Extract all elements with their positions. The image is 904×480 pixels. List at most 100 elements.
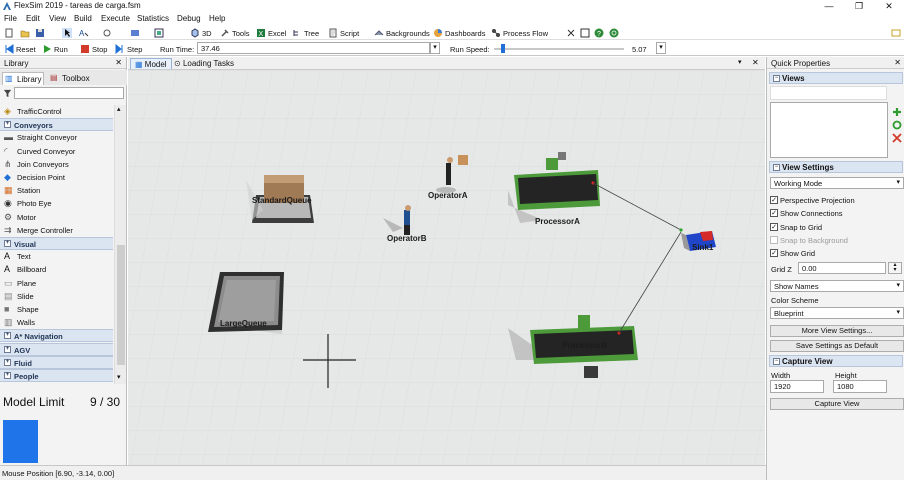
model-tabs-menu-icon[interactable]: ▾ [738,58,742,66]
library-scrollbar[interactable]: ▴ ▾ [114,105,126,384]
new-file-icon[interactable] [4,28,14,38]
scroll-up-icon[interactable]: ▴ [117,105,121,113]
expand-icon[interactable]: + [4,332,11,340]
filter-icon[interactable] [3,89,12,98]
stop-icon[interactable] [80,44,90,54]
tools-button[interactable]: Tools [232,29,250,38]
checkbox-box[interactable]: ✓ [770,222,778,231]
dashboards-icon[interactable] [433,28,443,38]
tab-library[interactable]: ▥ Library [2,72,44,85]
3d-view-button[interactable]: 3D [202,29,212,38]
step-icon[interactable] [115,44,125,54]
library-item-merge-controller[interactable]: ⇉ Merge Controller [0,224,113,237]
tab-loading-tasks[interactable]: ⊙ Loading Tasks [170,58,238,69]
scroll-down-icon[interactable]: ▾ [117,373,121,381]
close-window-button[interactable]: ✕ [874,0,904,12]
disconnect-objects-icon[interactable] [103,28,113,38]
backgrounds-icon[interactable] [374,28,384,38]
menu-statistics[interactable]: Statistics [137,14,169,23]
library-item-curved-conveyor[interactable]: ◜ Curved Conveyor [0,145,113,158]
open-folder-icon[interactable] [20,28,30,38]
menu-build[interactable]: Build [74,14,92,23]
run-button[interactable]: Run [54,45,68,54]
library-item-text[interactable]: A Text [0,250,113,263]
run-speed-track[interactable] [494,48,624,50]
checkbox-box[interactable] [770,235,778,244]
show-names-select[interactable]: Show Names ▾ [770,280,904,292]
view-settings-section-header[interactable]: − View Settings [769,161,903,173]
stop-button[interactable]: Stop [92,45,107,54]
panel-toggle-icon[interactable] [891,28,901,38]
checkbox-box[interactable]: ✓ [770,209,778,218]
library-category-fluid[interactable]: + Fluid [0,355,113,369]
excel-icon[interactable]: X [256,28,266,38]
library-category-visual[interactable]: + Visual [0,237,113,250]
library-search-input[interactable] [14,87,124,99]
excel-button[interactable]: Excel [268,29,286,38]
library-category-a-navigation[interactable]: + A* Navigation [0,329,113,343]
capture-view-section-header[interactable]: − Capture View [769,355,903,367]
maximize-button[interactable]: ❐ [844,0,874,12]
library-item-decision-point[interactable]: ◆ Decision Point [0,171,113,184]
scrollbar-thumb[interactable] [117,245,125,365]
checkbox-box[interactable]: ✓ [770,249,778,258]
expand-icon[interactable]: + [4,372,11,379]
expand-icon[interactable]: + [4,121,11,129]
grid-z-field[interactable]: 0.00 [798,262,886,274]
refresh-view-icon[interactable] [892,120,902,130]
library-item-plane[interactable]: ▭ Plane [0,277,113,290]
library-item-slide[interactable]: ▤ Slide [0,290,113,303]
menu-file[interactable]: File [4,14,17,23]
capture-view-button[interactable]: Capture View [770,398,904,410]
dashboards-button[interactable]: Dashboards [445,29,485,38]
delete-view-icon[interactable] [892,133,902,143]
library-category-conveyors[interactable]: + Conveyors [0,118,113,132]
help-icon[interactable]: ? [594,28,604,38]
backgrounds-button[interactable]: Backgrounds [386,29,430,38]
process-flow-button[interactable]: Process Flow [503,29,548,38]
tree-button[interactable]: Tree [304,29,319,38]
run-speed-dropdown[interactable]: ▾ [656,42,666,54]
checkbox-box[interactable]: ✓ [770,196,778,204]
expand-icon[interactable]: + [4,240,11,247]
web-globe-icon[interactable] [609,28,619,38]
library-item-shape[interactable]: ■ Shape [0,303,113,316]
library-close-icon[interactable]: ✕ [115,58,122,67]
process-flow-icon[interactable] [491,28,501,38]
more-view-settings-button[interactable]: More View Settings... [770,325,904,337]
tools-icon[interactable] [220,28,230,38]
library-item-join-conveyors[interactable]: ⋔ Join Conveyors [0,158,113,171]
capture-height-field[interactable]: 1080 [833,380,887,393]
library-item-straight-conveyor[interactable]: ▬ Straight Conveyor [0,131,113,144]
library-item-photo-eye[interactable]: ◉ Photo Eye [0,197,113,210]
views-section-header[interactable]: − Views [769,72,903,84]
3d-view-icon[interactable] [190,28,200,38]
tree-icon[interactable] [292,28,302,38]
model-view[interactable]: ▦ Model ⊙ Loading Tasks ▾ ✕ StandardQueu… [128,57,765,465]
library-item-billboard[interactable]: A Billboard [0,263,113,276]
run-speed-slider-thumb[interactable] [500,44,505,53]
grid-z-spinner[interactable]: ▴ ▾ [888,262,902,274]
settings-icon[interactable] [566,28,576,38]
layout-icon[interactable] [154,28,164,38]
color-scheme-select[interactable]: Blueprint ▾ [770,307,904,319]
object-box-icon[interactable] [130,28,140,38]
model-close-icon[interactable]: ✕ [752,58,759,67]
menu-execute[interactable]: Execute [101,14,130,23]
tab-toolbox[interactable]: ▤ Toolbox [48,72,94,85]
views-list[interactable] [770,102,888,158]
add-view-icon[interactable] [892,107,902,117]
expand-icon[interactable]: + [4,358,11,366]
library-item-walls[interactable]: ▥ Walls [0,316,113,329]
reset-button[interactable]: Reset [16,45,36,54]
script-icon[interactable] [328,28,338,38]
views-name-field[interactable] [770,86,887,100]
menu-help[interactable]: Help [209,14,225,23]
menu-debug[interactable]: Debug [177,14,201,23]
reset-icon[interactable] [4,44,14,54]
run-icon[interactable] [42,44,52,54]
library-item-station[interactable]: ▦ Station [0,184,113,197]
expand-icon[interactable]: + [4,345,11,353]
save-settings-default-button[interactable]: Save Settings as Default [770,340,904,352]
run-time-field[interactable]: 37.46 [197,42,430,54]
